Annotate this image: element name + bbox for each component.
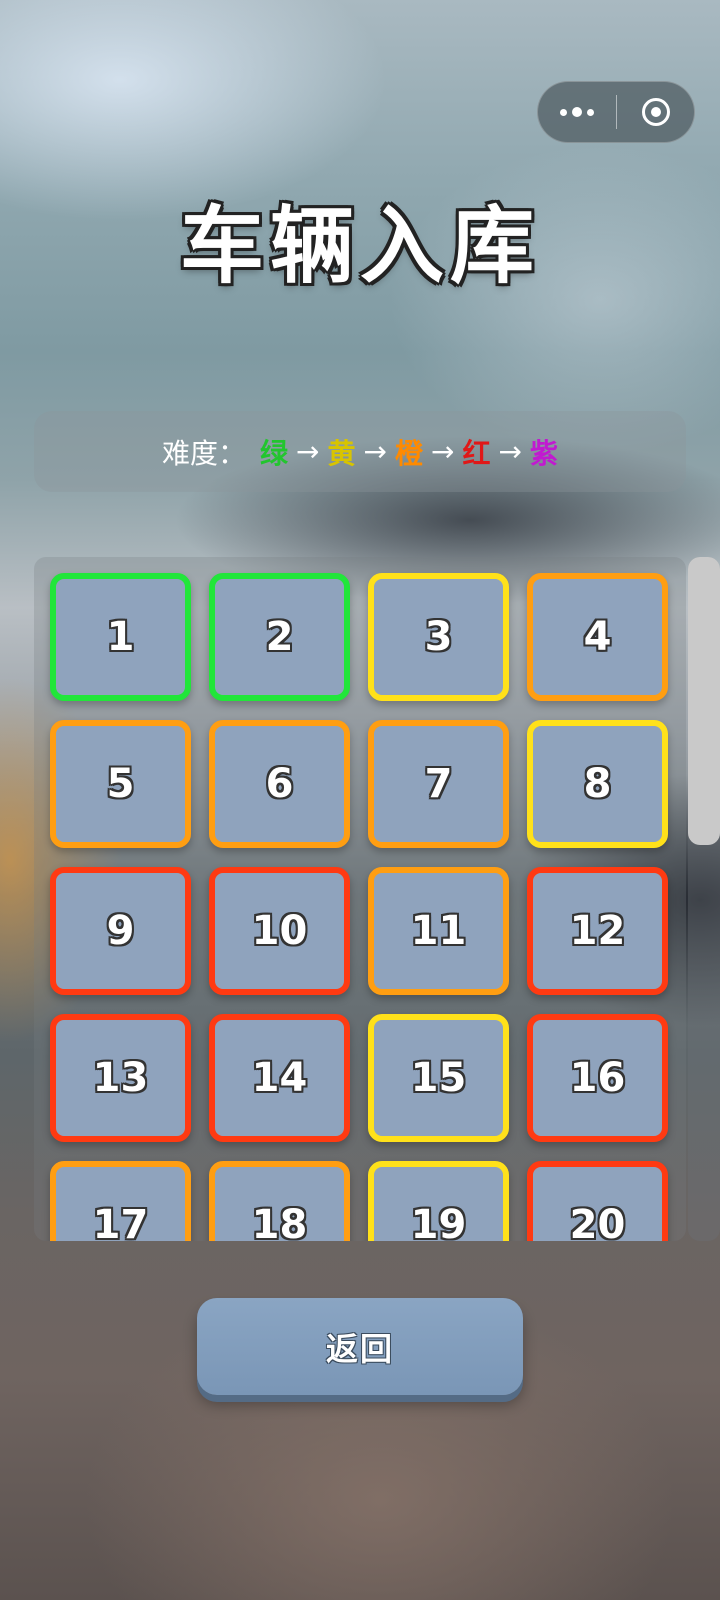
level-number: 18: [251, 1202, 308, 1241]
arrow-icon: →: [431, 435, 455, 468]
level-grid-panel[interactable]: 1 2 3 4 5 6 7 8 9 10 11 12 13 14 15 16 17 18 19 20: [34, 557, 686, 1241]
level-number: 1: [106, 614, 135, 660]
more-dots-icon[interactable]: [538, 82, 616, 142]
level-number: 15: [410, 1055, 467, 1101]
level-tile-7[interactable]: 7: [368, 720, 509, 848]
difficulty-level-purple: 紫: [529, 436, 558, 470]
level-tile-16[interactable]: 16: [527, 1014, 668, 1142]
level-number: 7: [424, 761, 453, 807]
level-number: 4: [583, 614, 612, 660]
level-tile-17[interactable]: 17: [50, 1161, 191, 1241]
mini-program-capsule: [537, 81, 695, 143]
level-number: 16: [569, 1055, 626, 1101]
difficulty-level-yellow: 黄: [327, 436, 356, 470]
page-title: 车辆入库: [179, 197, 540, 295]
level-number: 17: [92, 1202, 149, 1241]
difficulty-level-red: 红: [462, 436, 491, 470]
level-tile-5[interactable]: 5: [50, 720, 191, 848]
level-number: 20: [569, 1202, 626, 1241]
arrow-icon: →: [296, 435, 320, 468]
level-tile-12[interactable]: 12: [527, 867, 668, 995]
level-tile-13[interactable]: 13: [50, 1014, 191, 1142]
target-circle-icon[interactable]: [617, 82, 695, 142]
level-tile-9[interactable]: 9: [50, 867, 191, 995]
level-tile-6[interactable]: 6: [209, 720, 350, 848]
level-tile-2[interactable]: 2: [209, 573, 350, 701]
level-tile-4[interactable]: 4: [527, 573, 668, 701]
level-number: 6: [265, 761, 294, 807]
level-tile-1[interactable]: 1: [50, 573, 191, 701]
level-number: 9: [106, 908, 135, 954]
level-tile-15[interactable]: 15: [368, 1014, 509, 1142]
level-number: 11: [410, 908, 467, 954]
level-tile-19[interactable]: 19: [368, 1161, 509, 1241]
level-tile-18[interactable]: 18: [209, 1161, 350, 1241]
level-grid: 1 2 3 4 5 6 7 8 9 10 11 12 13 14 15 16 17 18 19 20: [50, 573, 674, 1241]
difficulty-level-orange: 橙: [395, 436, 424, 470]
level-tile-10[interactable]: 10: [209, 867, 350, 995]
scrollbar-thumb[interactable]: [688, 557, 720, 845]
level-number: 8: [583, 761, 612, 807]
level-number: 2: [265, 614, 294, 660]
level-number: 12: [569, 908, 626, 954]
difficulty-legend: 难度： 绿 → 黄 → 橙 → 红 → 紫: [34, 411, 686, 492]
level-tile-14[interactable]: 14: [209, 1014, 350, 1142]
back-button[interactable]: 返回: [197, 1298, 523, 1395]
scrollbar-track[interactable]: [688, 557, 720, 1241]
arrow-icon: →: [363, 435, 387, 468]
level-number: 13: [92, 1055, 149, 1101]
level-number: 3: [424, 614, 453, 660]
level-tile-20[interactable]: 20: [527, 1161, 668, 1241]
arrow-icon: →: [498, 435, 522, 468]
level-number: 10: [251, 908, 308, 954]
difficulty-level-green: 绿: [260, 436, 289, 470]
level-tile-3[interactable]: 3: [368, 573, 509, 701]
level-number: 19: [410, 1202, 467, 1241]
level-number: 14: [251, 1055, 308, 1101]
difficulty-label: 难度：: [162, 436, 247, 470]
level-tile-8[interactable]: 8: [527, 720, 668, 848]
level-number: 5: [106, 761, 135, 807]
level-tile-11[interactable]: 11: [368, 867, 509, 995]
